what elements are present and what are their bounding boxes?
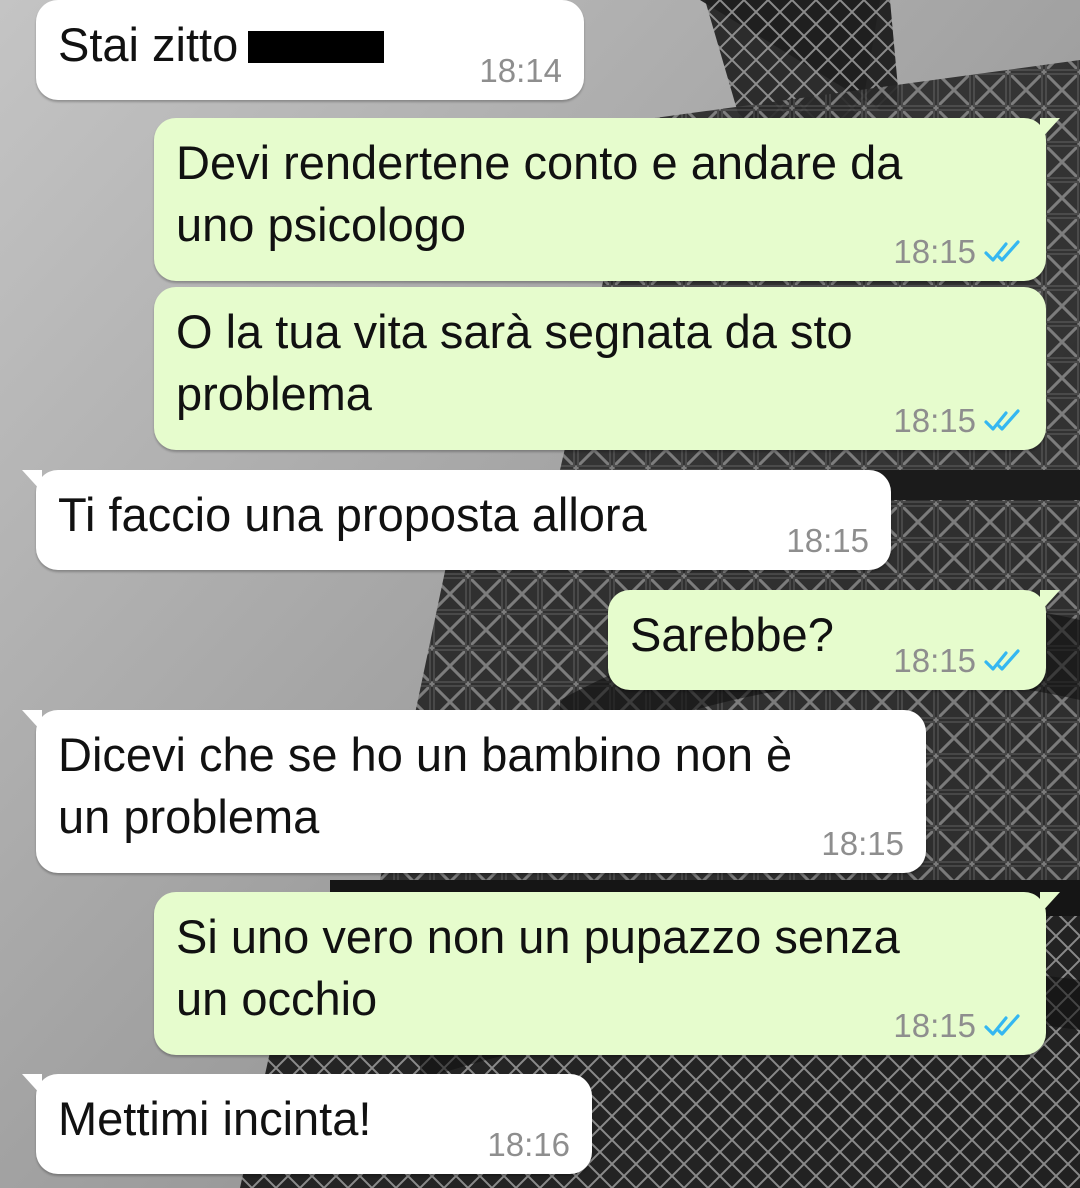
bubble-tail: [22, 470, 42, 492]
message-bubble-incoming[interactable]: Stai zitto 18:14: [36, 0, 584, 100]
bubble-tail: [1040, 118, 1060, 140]
message-meta: 18:15: [821, 825, 904, 863]
message-bubble-incoming[interactable]: Ti faccio una proposta allora 18:15: [22, 470, 891, 570]
bubble-tail: [1040, 892, 1060, 914]
redacted-name-block: [248, 31, 385, 63]
message-text-content: Stai zitto: [58, 18, 239, 71]
message-bubble-outgoing[interactable]: Si uno vero non un pupazzo senza un occh…: [154, 892, 1060, 1055]
message-bubble-incoming[interactable]: Mettimi incinta! 18:16: [22, 1074, 592, 1174]
message-text: Dicevi che se ho un bambino non è un pro…: [58, 728, 793, 843]
message-timestamp: 18:15: [893, 642, 976, 679]
message-timestamp: 18:16: [487, 1126, 570, 1163]
message-meta: 18:15: [786, 522, 869, 560]
message-meta: 18:15: [893, 233, 1024, 271]
message-bubble-outgoing[interactable]: Devi rendertene conto e andare da uno ps…: [154, 118, 1060, 281]
double-check-icon: [984, 649, 1020, 671]
double-check-icon: [984, 1014, 1020, 1036]
message-list[interactable]: Stai zitto 18:14 Devi rendertene conto e…: [0, 0, 1080, 1188]
bubble-tail: [22, 1074, 42, 1096]
message-timestamp: 18:15: [893, 402, 976, 439]
bubble-tail: [1040, 590, 1060, 612]
message-meta: 18:15: [893, 642, 1024, 680]
message-timestamp: 18:15: [821, 825, 904, 862]
message-meta: 18:14: [479, 52, 562, 90]
message-meta: 18:15: [893, 1007, 1024, 1045]
message-timestamp: 18:14: [479, 52, 562, 89]
message-bubble-outgoing[interactable]: O la tua vita sarà segnata da sto proble…: [154, 287, 1046, 450]
double-check-icon: [984, 409, 1020, 431]
message-text: Ti faccio una proposta allora: [58, 488, 647, 541]
message-timestamp: 18:15: [893, 1007, 976, 1044]
message-meta: 18:15: [893, 402, 1024, 440]
message-meta: 18:16: [487, 1126, 570, 1164]
message-bubble-incoming[interactable]: Dicevi che se ho un bambino non è un pro…: [22, 710, 926, 873]
message-timestamp: 18:15: [893, 233, 976, 270]
message-bubble-outgoing[interactable]: Sarebbe? 18:15: [608, 590, 1060, 690]
bubble-tail: [22, 710, 42, 732]
double-check-icon: [984, 240, 1020, 262]
message-timestamp: 18:15: [786, 522, 869, 559]
